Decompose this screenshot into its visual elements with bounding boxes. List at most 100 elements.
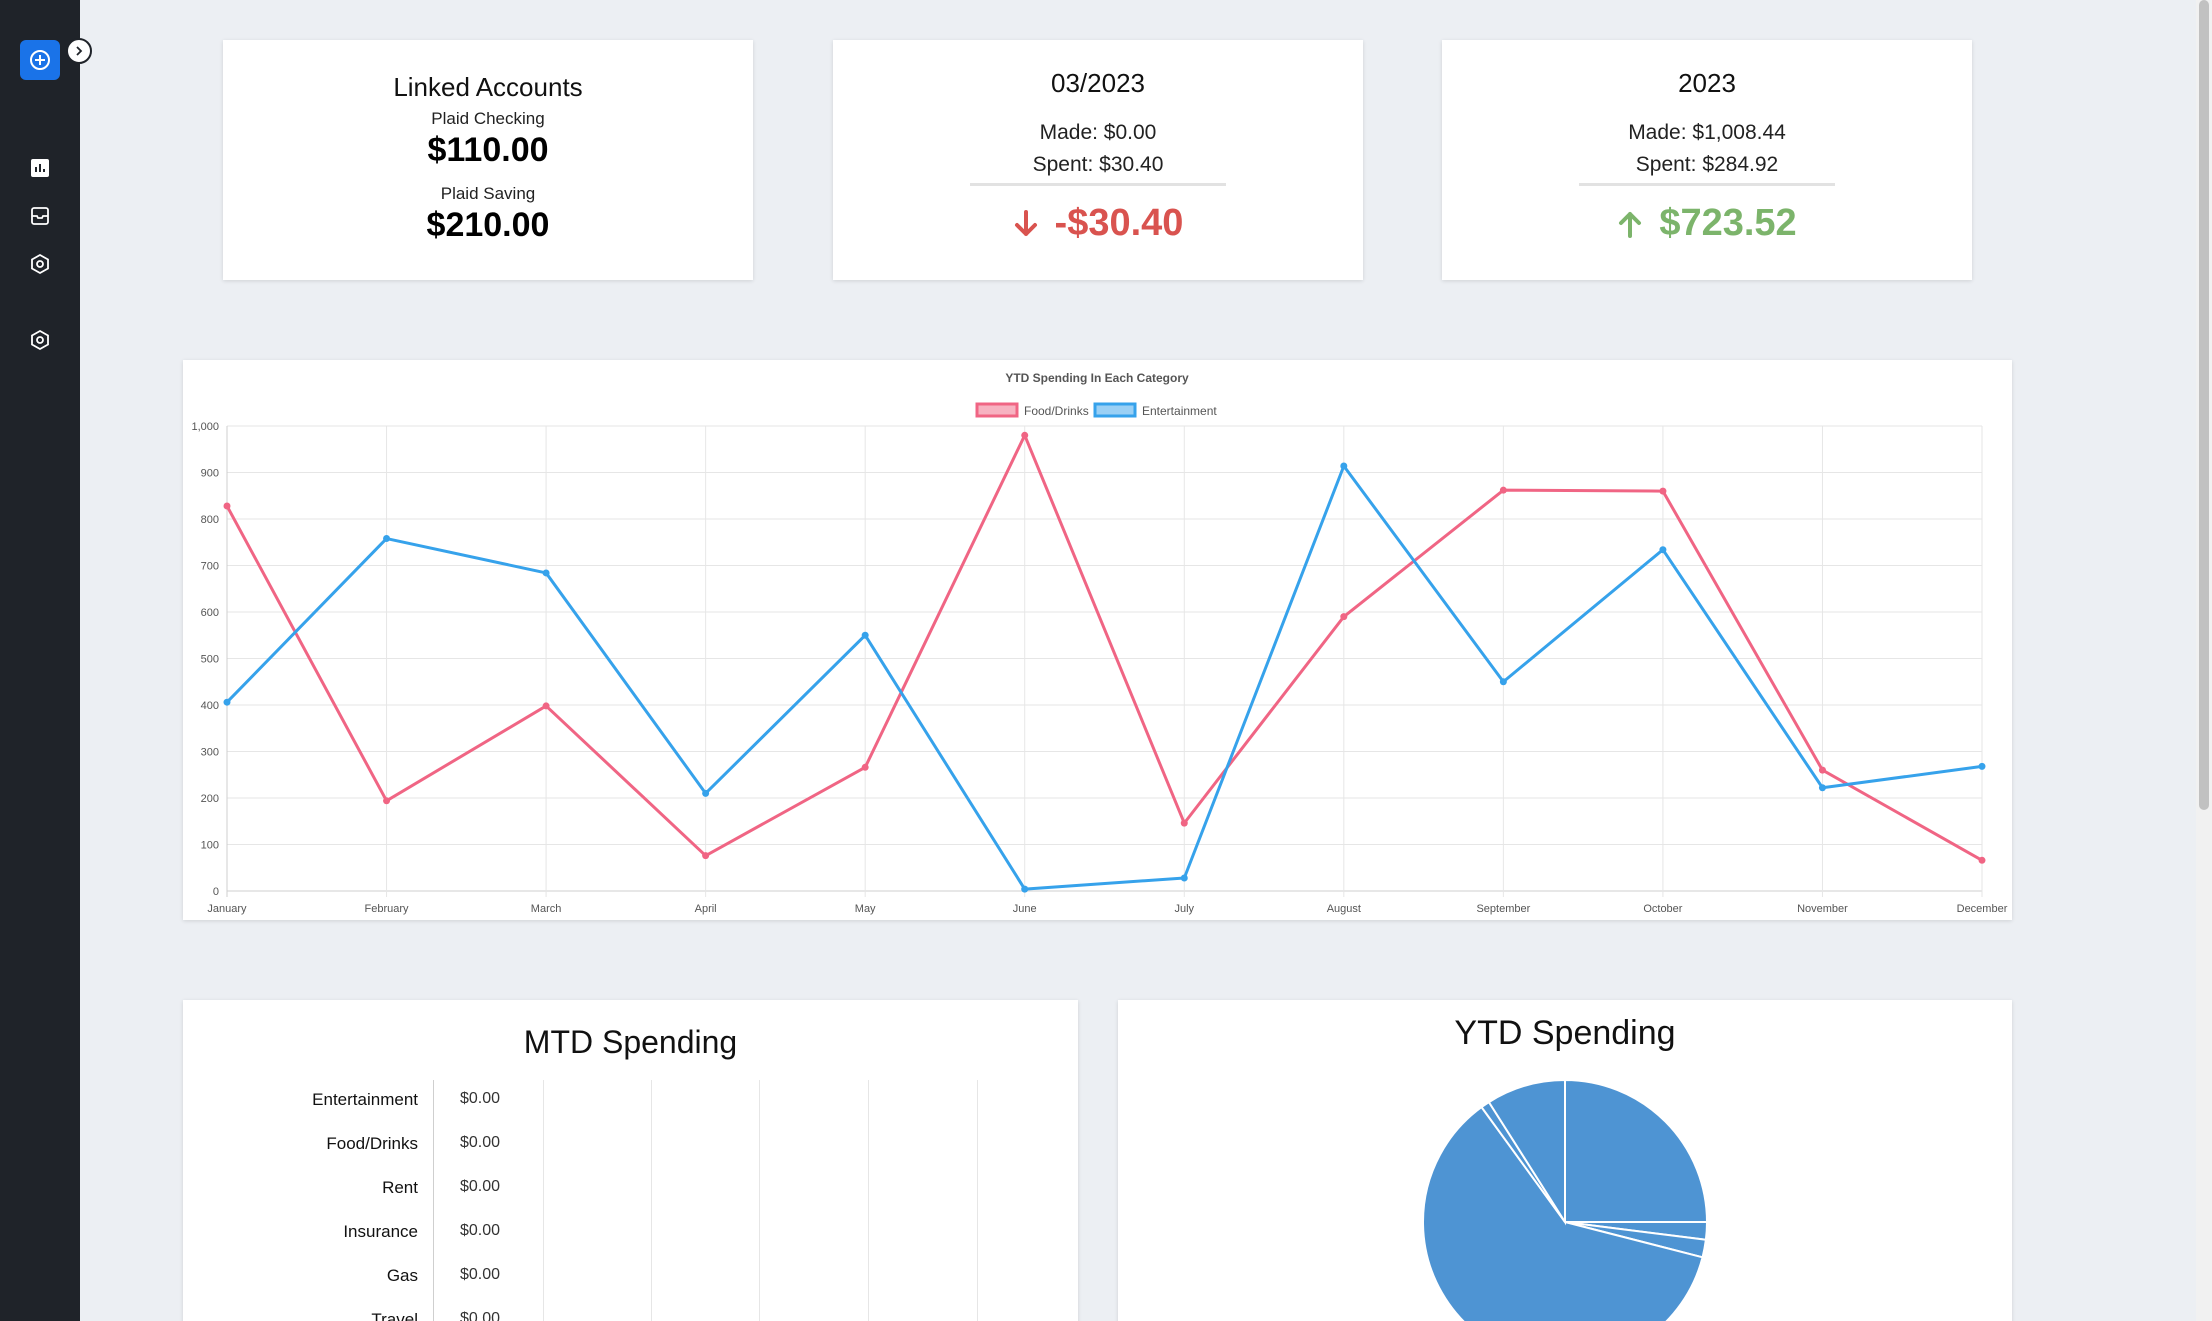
x-tick-label: December — [1957, 903, 2008, 915]
pie-slice[interactable] — [1564, 1078, 1709, 1223]
legend-label[interactable]: Entertainment — [1142, 404, 1217, 418]
net-amount: -$30.40 — [1054, 202, 1184, 244]
x-tick-label: April — [695, 903, 717, 915]
legend-swatch[interactable] — [975, 402, 1019, 418]
month-summary-card: 03/2023 Made: $0.00 Spent: $30.40 -$30.4… — [833, 40, 1363, 280]
data-point[interactable] — [1340, 462, 1348, 470]
data-point[interactable] — [1499, 486, 1507, 494]
series-line — [225, 464, 1983, 891]
scrollbar-thumb[interactable] — [2199, 0, 2209, 810]
chart-title: YTD Spending In Each Category — [1005, 371, 1189, 385]
data-point[interactable] — [1021, 431, 1029, 439]
ytd-spending-pie-chart — [1422, 1078, 1709, 1321]
mtd-value: $0.00 — [460, 1222, 501, 1239]
card-title: 2023 — [1678, 68, 1736, 98]
data-point[interactable] — [1978, 762, 1986, 770]
data-point[interactable] — [383, 797, 391, 805]
x-tick-label: February — [365, 903, 410, 915]
data-point[interactable] — [542, 702, 550, 710]
data-point[interactable] — [1180, 819, 1188, 827]
data-point[interactable] — [223, 502, 231, 510]
data-point[interactable] — [1818, 766, 1826, 774]
arrow-up-icon — [1619, 211, 1642, 238]
ytd-category-line-chart: YTD Spending In Each Category Food/Drink… — [191, 371, 2008, 915]
y-tick-label: 500 — [201, 654, 219, 666]
data-point[interactable] — [542, 569, 550, 577]
x-tick-label: June — [1013, 903, 1037, 915]
net-amount-row: -$30.40 — [1013, 202, 1184, 245]
y-tick-label: 100 — [201, 840, 219, 852]
plus-circle-icon — [30, 50, 50, 70]
mtd-value: $0.00 — [460, 1090, 501, 1107]
x-tick-label: July — [1174, 903, 1194, 915]
mtd-category: Travel — [371, 1310, 418, 1321]
sidebar — [0, 0, 80, 1321]
data-point[interactable] — [861, 631, 869, 639]
divider — [970, 183, 1226, 186]
card-title: 03/2023 — [1051, 68, 1145, 98]
sidebar-item-inbox[interactable] — [28, 204, 52, 228]
ytd-spending-card: YTD Spending — [1118, 1000, 2012, 1321]
y-tick-label: 200 — [201, 793, 219, 805]
spent-amount: Spent: $30.40 — [1032, 153, 1164, 176]
settings-icon — [31, 329, 49, 351]
data-point[interactable] — [702, 852, 710, 860]
inbox-icon — [31, 207, 49, 225]
y-tick-label: 700 — [201, 561, 219, 573]
data-point[interactable] — [1340, 613, 1348, 621]
data-point[interactable] — [1499, 678, 1507, 686]
mtd-spending-card: MTD Spending Entertainment $0.00 Food/Dr… — [183, 1000, 1078, 1321]
linked-accounts-card: Linked Accounts Plaid Checking $110.00 P… — [223, 40, 753, 280]
account-name: Plaid Checking — [431, 109, 545, 128]
ytd-category-chart-card: YTD Spending In Each Category Food/Drink… — [183, 360, 2012, 920]
net-amount-row: $723.52 — [1617, 202, 1797, 245]
data-point[interactable] — [1978, 856, 1986, 864]
made-amount: Made: $1,008.44 — [1628, 121, 1786, 144]
mtd-row: Gas $0.00 — [183, 1266, 1078, 1288]
x-tick-label: May — [855, 903, 876, 915]
x-tick-label: September — [1476, 903, 1530, 915]
mtd-category: Gas — [386, 1266, 418, 1285]
add-button[interactable] — [20, 40, 60, 80]
legend-label[interactable]: Food/Drinks — [1024, 404, 1089, 418]
net-amount: $723.52 — [1659, 202, 1797, 244]
mtd-category: Insurance — [343, 1222, 418, 1241]
arrow-down-icon — [1014, 209, 1037, 236]
data-point[interactable] — [1180, 874, 1188, 882]
data-point[interactable] — [1021, 885, 1029, 893]
made-amount: Made: $0.00 — [1039, 121, 1157, 144]
chevron-right-icon — [76, 46, 83, 56]
y-tick-label: 900 — [201, 468, 219, 480]
data-point[interactable] — [861, 763, 869, 771]
x-tick-label: August — [1327, 903, 1361, 915]
sidebar-item-settings[interactable] — [28, 252, 52, 276]
chart-icon — [31, 159, 49, 177]
y-tick-label: 0 — [213, 886, 219, 898]
mtd-category: Entertainment — [312, 1090, 418, 1109]
sidebar-item-preferences[interactable] — [28, 328, 52, 352]
data-point[interactable] — [223, 698, 231, 706]
data-point[interactable] — [1659, 546, 1667, 554]
data-point[interactable] — [1818, 784, 1826, 792]
data-point[interactable] — [702, 789, 710, 797]
y-tick-label: 300 — [201, 747, 219, 759]
year-summary-card: 2023 Made: $1,008.44 Spent: $284.92 $723… — [1442, 40, 1972, 280]
data-point[interactable] — [1659, 487, 1667, 495]
y-tick-label: 400 — [201, 700, 219, 712]
mtd-row: Travel $0.00 — [183, 1310, 1078, 1321]
account-balance: $110.00 — [427, 131, 549, 169]
sidebar-item-dashboard[interactable] — [28, 156, 52, 180]
page-scrollbar[interactable] — [2196, 0, 2212, 1321]
y-tick-label: 600 — [201, 607, 219, 619]
account-name: Plaid Saving — [440, 184, 536, 203]
data-point[interactable] — [383, 535, 391, 543]
mtd-row: Food/Drinks $0.00 — [183, 1134, 1078, 1156]
mtd-row: Entertainment $0.00 — [183, 1090, 1078, 1112]
divider — [1579, 183, 1835, 186]
series-line — [225, 433, 1983, 862]
sidebar-toggle-button[interactable] — [66, 38, 92, 64]
mtd-title: MTD Spending — [523, 1024, 738, 1060]
mtd-value: $0.00 — [460, 1134, 501, 1151]
card-title: Linked Accounts — [393, 72, 583, 102]
legend-swatch[interactable] — [1093, 402, 1137, 418]
